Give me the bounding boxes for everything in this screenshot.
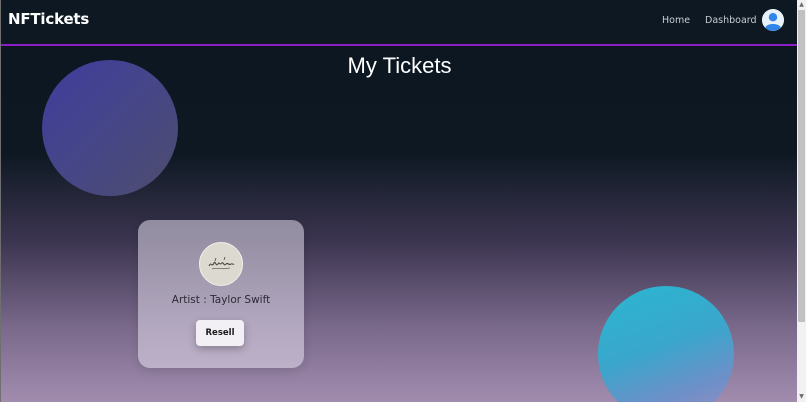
resell-button[interactable]: Resell xyxy=(196,320,244,346)
decorative-cyan-bubble xyxy=(598,286,734,402)
scroll-down-arrow-icon[interactable]: ▼ xyxy=(797,392,806,402)
scroll-thumb[interactable] xyxy=(798,10,805,322)
navbar: NFTickets Home Dashboard xyxy=(1,0,798,46)
nav-link-home[interactable]: Home xyxy=(662,15,690,26)
ticket-card: Artist : Taylor Swift Resell xyxy=(138,220,304,368)
vertical-scrollbar[interactable]: ▲ ▼ xyxy=(797,0,806,402)
nav-link-dashboard[interactable]: Dashboard xyxy=(705,15,757,26)
page-title: My Tickets xyxy=(347,53,452,78)
scroll-up-arrow-icon[interactable]: ▲ xyxy=(797,0,806,10)
decorative-purple-bubble xyxy=(42,60,178,196)
page: NFTickets Home Dashboard My Tickets Arti… xyxy=(0,0,798,402)
user-avatar-icon[interactable] xyxy=(762,9,784,31)
brand-logo[interactable]: NFTickets xyxy=(8,10,89,28)
signature-image xyxy=(199,242,243,286)
artist-label: Artist : Taylor Swift xyxy=(171,294,271,306)
